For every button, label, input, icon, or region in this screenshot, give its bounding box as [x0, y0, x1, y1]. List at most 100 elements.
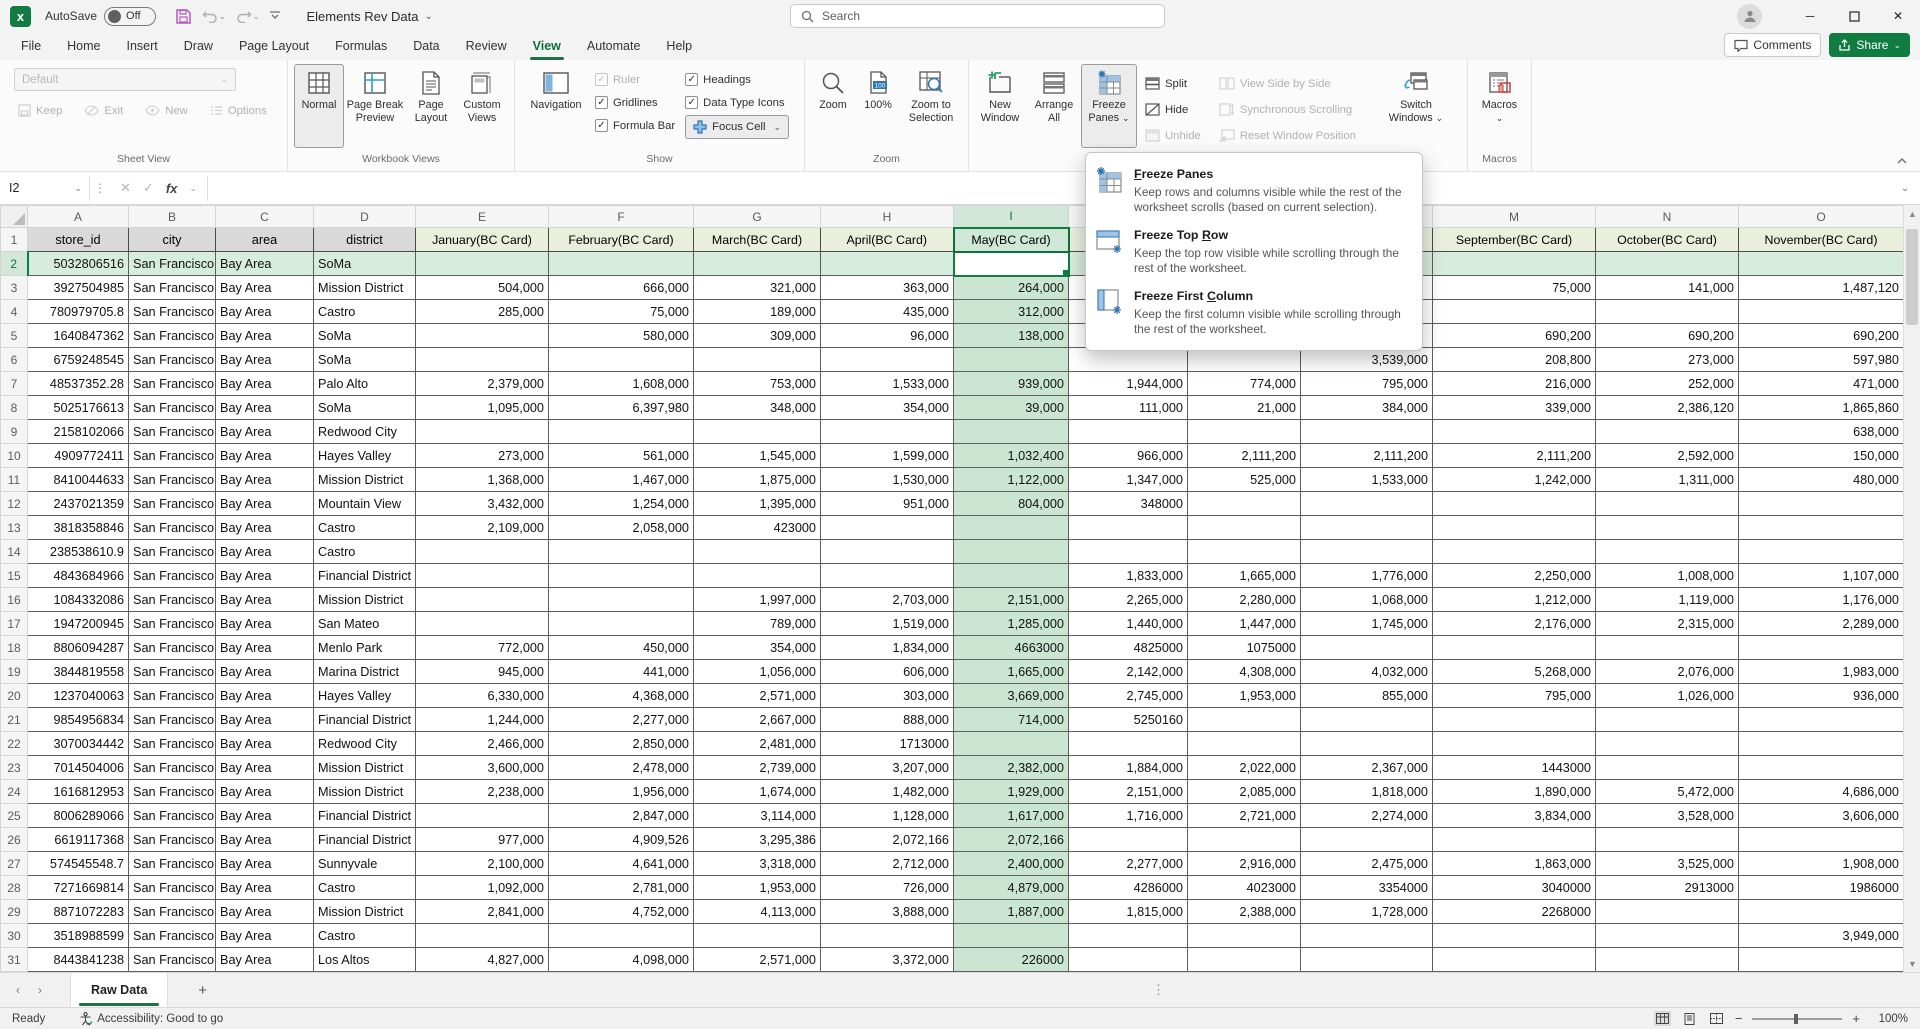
cell[interactable] — [1301, 828, 1433, 852]
cell[interactable]: San Francisco — [129, 780, 216, 804]
cell[interactable] — [821, 252, 954, 276]
expand-formula-bar-icon[interactable]: ⌄ — [1890, 183, 1920, 194]
cell[interactable]: 216,000 — [1433, 372, 1596, 396]
field-header-cell[interactable]: February(BC Card) — [549, 228, 694, 252]
tab-formulas[interactable]: Formulas — [322, 34, 400, 60]
row-header-26[interactable]: 26 — [1, 828, 28, 852]
customize-qat-button[interactable] — [266, 9, 284, 23]
cell[interactable]: 2,100,000 — [416, 852, 549, 876]
navigation-button[interactable]: Navigation — [527, 64, 585, 148]
cell[interactable]: 3,834,000 — [1433, 804, 1596, 828]
cell[interactable]: 1,983,000 — [1739, 660, 1904, 684]
cell[interactable]: Mountain View — [314, 492, 416, 516]
cancel-formula-icon[interactable]: ✕ — [120, 180, 131, 196]
cell[interactable]: Bay Area — [216, 252, 314, 276]
cell[interactable] — [416, 420, 549, 444]
cell[interactable]: 1,530,000 — [821, 468, 954, 492]
cell[interactable] — [1069, 948, 1188, 972]
row-header-19[interactable]: 19 — [1, 660, 28, 684]
insert-function-icon[interactable]: fx — [166, 181, 178, 196]
cell[interactable]: 5,472,000 — [1596, 780, 1739, 804]
row-header-6[interactable]: 6 — [1, 348, 28, 372]
cell[interactable]: Bay Area — [216, 396, 314, 420]
row-header-21[interactable]: 21 — [1, 708, 28, 732]
cell[interactable] — [1188, 348, 1301, 372]
synchronous-scrolling-button[interactable]: Synchronous Scrolling — [1215, 98, 1360, 121]
comments-button[interactable]: Comments — [1724, 33, 1821, 57]
cell[interactable]: Bay Area — [216, 516, 314, 540]
cell[interactable] — [1069, 420, 1188, 444]
field-header-cell[interactable]: November(BC Card) — [1739, 228, 1904, 252]
cell[interactable]: San Francisco — [129, 444, 216, 468]
cell[interactable]: 1,467,000 — [549, 468, 694, 492]
cell[interactable]: Bay Area — [216, 612, 314, 636]
cell[interactable]: 772,000 — [416, 636, 549, 660]
cell[interactable] — [954, 348, 1069, 372]
field-header-cell[interactable]: March(BC Card) — [694, 228, 821, 252]
cell[interactable]: 1,884,000 — [1069, 756, 1188, 780]
field-header-cell[interactable]: city — [129, 228, 216, 252]
row-header-11[interactable]: 11 — [1, 468, 28, 492]
cell[interactable]: 441,000 — [549, 660, 694, 684]
cell[interactable] — [416, 348, 549, 372]
column-header-N[interactable]: N — [1596, 206, 1739, 228]
page-layout-status-icon[interactable] — [1681, 1011, 1698, 1026]
macros-button[interactable]: Macros⌄ — [1473, 64, 1527, 148]
row-header-4[interactable]: 4 — [1, 300, 28, 324]
cell[interactable]: 238538610.9 — [28, 540, 129, 564]
cell[interactable]: 8443841238 — [28, 948, 129, 972]
cell[interactable]: 3070034442 — [28, 732, 129, 756]
cell[interactable]: 3,539,000 — [1301, 348, 1433, 372]
cell[interactable]: San Francisco — [129, 852, 216, 876]
cell[interactable] — [1739, 900, 1904, 924]
cell[interactable]: 2,388,000 — [1188, 900, 1301, 924]
new-sheet-button[interactable]: + — [198, 982, 207, 999]
cell[interactable] — [1596, 516, 1739, 540]
menu-item-freeze-top-row[interactable]: Freeze Top Row Keep the top row visible … — [1086, 221, 1422, 282]
cell[interactable]: 597,980 — [1739, 348, 1904, 372]
cell[interactable]: 2,142,000 — [1069, 660, 1188, 684]
row-header-20[interactable]: 20 — [1, 684, 28, 708]
cell[interactable]: 1075000 — [1188, 636, 1301, 660]
cell[interactable]: 504,000 — [416, 276, 549, 300]
undo-button[interactable]: ⌄ — [199, 7, 229, 25]
cell[interactable] — [1433, 708, 1596, 732]
cell[interactable]: 138,000 — [954, 324, 1069, 348]
cell[interactable]: 4,686,000 — [1739, 780, 1904, 804]
cell[interactable]: San Francisco — [129, 732, 216, 756]
cell[interactable]: 4,909,526 — [549, 828, 694, 852]
cell[interactable] — [1739, 252, 1904, 276]
cell[interactable]: Financial District — [314, 564, 416, 588]
name-box[interactable]: I2 ⌄ — [2, 176, 90, 201]
cell[interactable]: Castro — [314, 300, 416, 324]
cell[interactable]: 1,865,860 — [1739, 396, 1904, 420]
cell[interactable]: 2,571,000 — [694, 684, 821, 708]
cell[interactable]: 1616812953 — [28, 780, 129, 804]
cell[interactable]: 1,242,000 — [1433, 468, 1596, 492]
new-sheet-view-button[interactable]: New — [141, 99, 192, 122]
cell[interactable]: Bay Area — [216, 852, 314, 876]
cell[interactable]: 6759248545 — [28, 348, 129, 372]
cell[interactable]: 4286000 — [1069, 876, 1188, 900]
cell[interactable]: 1,032,400 — [954, 444, 1069, 468]
cell[interactable]: 888,000 — [821, 708, 954, 732]
row-header-7[interactable]: 7 — [1, 372, 28, 396]
column-header-O[interactable]: O — [1739, 206, 1904, 228]
cell[interactable]: 3,669,000 — [954, 684, 1069, 708]
options-button[interactable]: Options — [206, 99, 271, 122]
cell[interactable] — [1739, 756, 1904, 780]
cell[interactable]: 638,000 — [1739, 420, 1904, 444]
cell[interactable]: 1,665,000 — [1188, 564, 1301, 588]
scroll-up-icon[interactable]: ▲ — [1904, 205, 1920, 222]
cell[interactable] — [1739, 636, 1904, 660]
cell[interactable]: Bay Area — [216, 900, 314, 924]
cell[interactable] — [1596, 828, 1739, 852]
cell[interactable]: Financial District — [314, 804, 416, 828]
cell[interactable]: 1,674,000 — [694, 780, 821, 804]
cell[interactable]: SoMa — [314, 348, 416, 372]
cell[interactable]: 2,841,000 — [416, 900, 549, 924]
cell[interactable]: 2,111,200 — [1188, 444, 1301, 468]
cell[interactable]: 1,953,000 — [694, 876, 821, 900]
cell[interactable]: Bay Area — [216, 588, 314, 612]
cell[interactable]: 936,000 — [1739, 684, 1904, 708]
